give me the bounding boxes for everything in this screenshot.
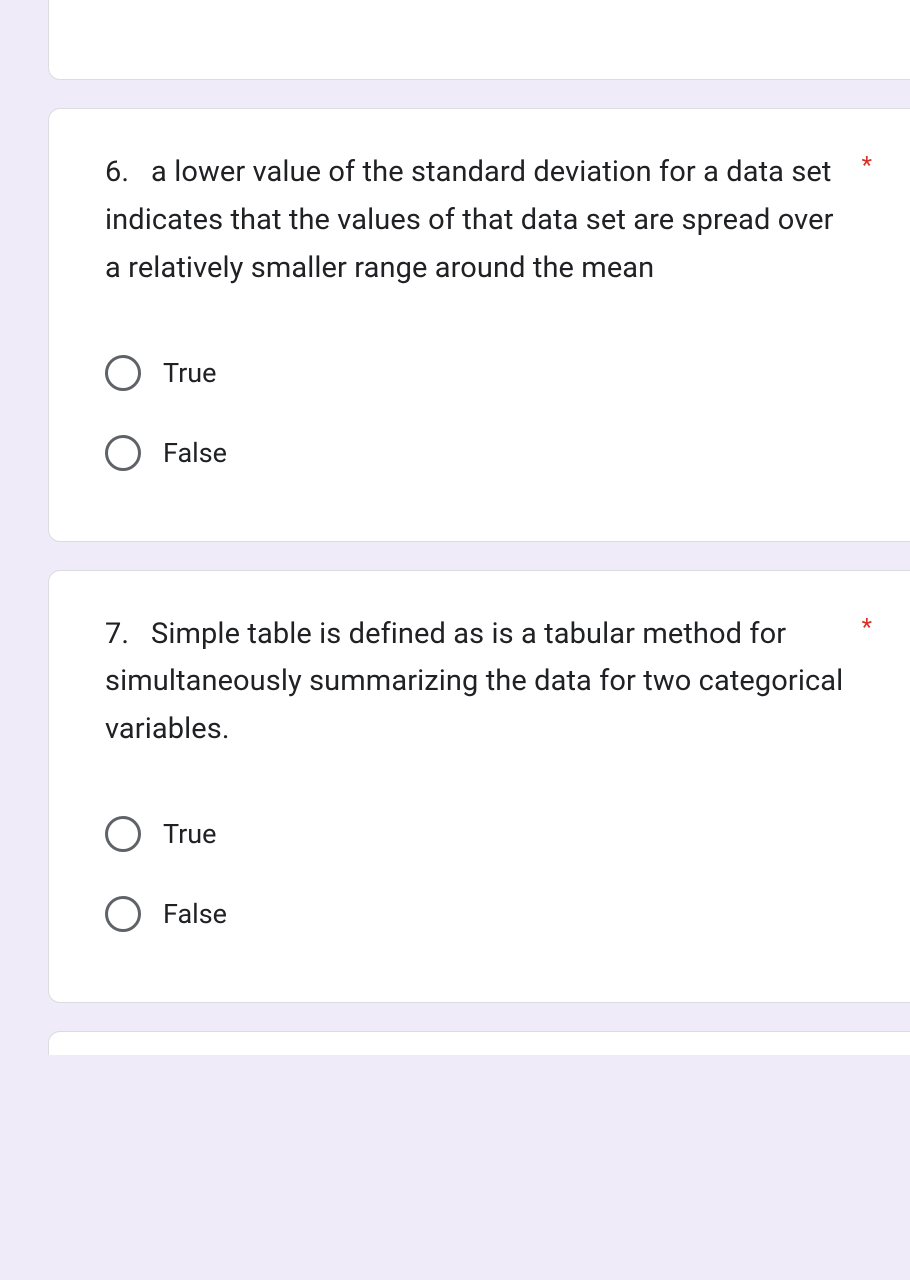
radio-icon [105, 896, 141, 932]
required-indicator: * [862, 149, 872, 183]
question-text: 7. Simple table is defined as is a tabul… [105, 611, 846, 755]
question-header: 6. a lower value of the standard deviati… [105, 149, 872, 293]
question-text: 6. a lower value of the standard deviati… [105, 149, 846, 293]
radio-icon [105, 355, 141, 391]
option-false[interactable]: False [105, 421, 872, 485]
radio-icon [105, 816, 141, 852]
question-number: 6. [105, 155, 129, 189]
option-true[interactable]: True [105, 341, 872, 405]
option-true[interactable]: True [105, 802, 872, 866]
previous-card-edge [48, 0, 910, 80]
question-number: 7. [105, 617, 129, 651]
question-body: Simple table is defined as is a tabular … [105, 617, 843, 747]
option-label: True [163, 818, 216, 850]
required-indicator: * [862, 611, 872, 645]
question-body: a lower value of the standard deviation … [105, 155, 834, 285]
option-label: False [163, 898, 227, 930]
question-header: 7. Simple table is defined as is a tabul… [105, 611, 872, 755]
form-container: 6. a lower value of the standard deviati… [0, 0, 910, 1055]
option-label: False [163, 437, 227, 469]
next-card-edge [48, 1031, 910, 1055]
option-label: True [163, 357, 216, 389]
question-card-7: 7. Simple table is defined as is a tabul… [48, 570, 910, 1004]
option-false[interactable]: False [105, 882, 872, 946]
question-card-6: 6. a lower value of the standard deviati… [48, 108, 910, 542]
radio-icon [105, 435, 141, 471]
